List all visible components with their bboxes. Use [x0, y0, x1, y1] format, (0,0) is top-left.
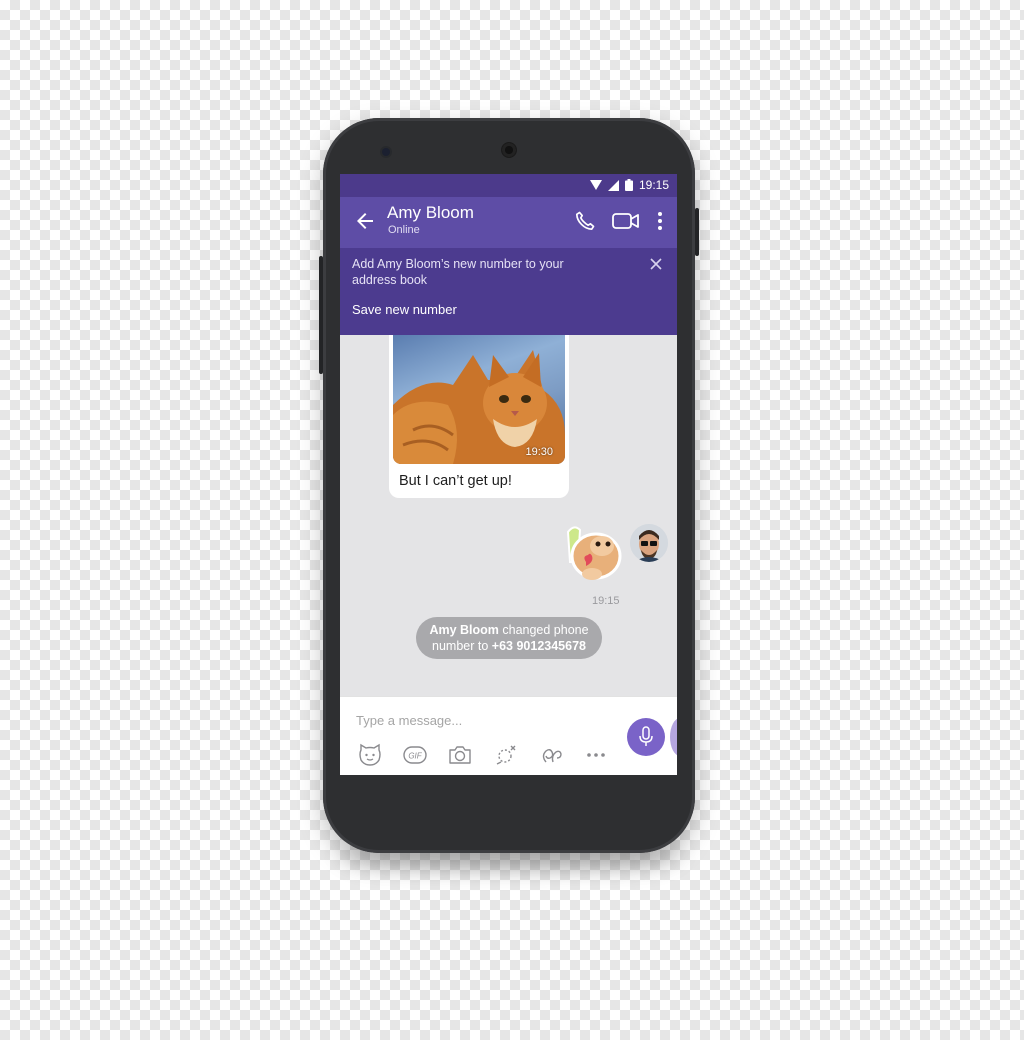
camera-icon[interactable]	[447, 742, 473, 768]
message-text: But I can’t get up!	[399, 473, 512, 489]
banner-text: Add Amy Bloom’s new number to your addre…	[352, 257, 564, 287]
avatar[interactable]	[630, 524, 668, 562]
system-text-line2: number to	[432, 639, 492, 653]
wifi-icon	[589, 180, 602, 190]
gif-icon[interactable]: GIF	[402, 742, 428, 768]
gif-label: GIF	[408, 752, 422, 761]
contact-name[interactable]: Amy Bloom	[387, 203, 474, 223]
message-composer: GIF	[340, 696, 677, 775]
cat-image	[393, 350, 565, 464]
sticker-icon[interactable]	[357, 742, 383, 768]
video-call-icon[interactable]	[611, 209, 641, 233]
phone-call-icon[interactable]	[573, 209, 597, 233]
system-text-line1: changed phone	[498, 623, 589, 637]
message-input[interactable]	[356, 709, 606, 731]
more-options-icon[interactable]	[583, 742, 609, 768]
cat-photo[interactable]: 19:30	[393, 335, 565, 464]
system-contact-name: Amy Bloom	[429, 623, 499, 637]
status-time: 19:15	[638, 178, 669, 192]
status-bar: 19:15	[340, 174, 677, 197]
battery-icon	[624, 179, 633, 191]
system-notification: Amy Bloom changed phone number to +63 90…	[416, 617, 602, 659]
chat-header: Amy Bloom Online	[340, 197, 677, 248]
voice-message-button[interactable]	[627, 718, 665, 756]
more-options-icon[interactable]	[650, 209, 670, 233]
screen: 19:15 Amy Bloom Online Add Amy Bloom’s n…	[340, 174, 677, 775]
volume-button	[319, 256, 323, 374]
contact-status: Online	[388, 224, 420, 236]
new-number-banner: Add Amy Bloom’s new number to your addre…	[340, 248, 677, 335]
microphone-icon	[639, 726, 653, 746]
back-arrow-icon[interactable]	[353, 209, 377, 233]
power-button	[695, 208, 699, 256]
earpiece-speaker	[501, 142, 517, 158]
photo-timestamp: 19:30	[525, 446, 553, 458]
system-phone-number: +63 9012345678	[491, 639, 586, 653]
pug-sticker[interactable]	[562, 522, 626, 586]
location-icon[interactable]	[538, 742, 564, 768]
close-icon[interactable]	[649, 257, 663, 271]
phone-frame: 19:15 Amy Bloom Online Add Amy Bloom’s n…	[319, 118, 699, 853]
front-camera	[382, 148, 390, 156]
user-avatar-image	[630, 524, 668, 562]
outgoing-timestamp: 19:15	[592, 595, 620, 607]
save-new-number-button[interactable]: Save new number	[352, 302, 457, 317]
incoming-message[interactable]: 19:30 But I can’t get up!	[389, 335, 569, 498]
signal-icon	[607, 179, 619, 191]
doodle-icon[interactable]	[493, 742, 519, 768]
secondary-action-button[interactable]	[670, 718, 677, 756]
